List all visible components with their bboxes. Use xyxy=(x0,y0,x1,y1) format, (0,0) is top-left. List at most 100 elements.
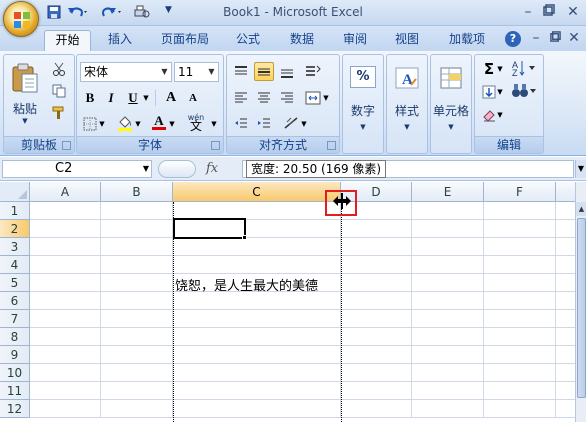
cell-g9[interactable] xyxy=(556,346,576,364)
cell-g5[interactable] xyxy=(556,274,576,292)
cell-e3[interactable] xyxy=(412,238,484,256)
fill-color-dropdown-icon[interactable]: ▼ xyxy=(133,114,143,133)
column-header-c[interactable]: C xyxy=(173,182,341,202)
worksheet-grid[interactable]: A B C D E F 1 2 3 4 5 6 7 8 9 10 11 12 xyxy=(0,182,586,422)
ribbon-minimize-icon[interactable]: – xyxy=(528,30,544,46)
cell-f9[interactable] xyxy=(484,346,556,364)
cell-a3[interactable] xyxy=(30,238,101,256)
align-left-button[interactable] xyxy=(231,88,251,107)
font-name-combo[interactable]: 宋体 ▼ xyxy=(80,62,172,82)
sort-filter-button[interactable]: AZ xyxy=(509,58,539,77)
cell-f5[interactable] xyxy=(484,274,556,292)
phonetic-button[interactable]: wén 文 xyxy=(183,110,209,133)
help-icon[interactable]: ? xyxy=(505,31,521,47)
font-size-combo[interactable]: 11 ▼ xyxy=(174,62,219,82)
alignment-launcher-icon[interactable] xyxy=(327,141,336,150)
cell-f8[interactable] xyxy=(484,328,556,346)
tab-addins[interactable]: 加载项 xyxy=(442,30,492,51)
row-header-3[interactable]: 3 xyxy=(0,238,30,256)
cell-e10[interactable] xyxy=(412,364,484,382)
tab-view[interactable]: 视图 xyxy=(385,30,429,51)
cell-c3[interactable] xyxy=(173,238,341,256)
row-header-12[interactable]: 12 xyxy=(0,400,30,418)
cell-b7[interactable] xyxy=(101,310,173,328)
align-center-button[interactable] xyxy=(254,88,274,107)
fill-dropdown-icon[interactable]: ▼ xyxy=(495,82,505,101)
tab-review[interactable]: 审阅 xyxy=(333,30,377,51)
cells-button[interactable]: 单元格 ▼ xyxy=(433,59,469,137)
align-bottom-button[interactable] xyxy=(277,62,297,81)
clear-dropdown-icon[interactable]: ▼ xyxy=(495,105,505,124)
cell-d4[interactable] xyxy=(341,256,412,274)
cell-d12[interactable] xyxy=(341,400,412,418)
row-header-5[interactable]: 5 xyxy=(0,274,30,292)
cell-d2[interactable] xyxy=(341,220,412,238)
cell-f7[interactable] xyxy=(484,310,556,328)
cell-f6[interactable] xyxy=(484,292,556,310)
cell-c6[interactable] xyxy=(173,292,341,310)
column-header-a[interactable]: A xyxy=(30,182,101,202)
cell-c8[interactable] xyxy=(173,328,341,346)
row-header-2[interactable]: 2 xyxy=(0,220,30,238)
name-box[interactable]: C2 ▼ xyxy=(2,160,152,178)
row-header-1[interactable]: 1 xyxy=(0,202,30,220)
shrink-font-button[interactable]: A xyxy=(183,88,203,107)
cell-a2[interactable] xyxy=(30,220,101,238)
formula-expand-icon[interactable]: ▼ xyxy=(575,160,586,178)
cell-g10[interactable] xyxy=(556,364,576,382)
cell-f10[interactable] xyxy=(484,364,556,382)
cell-g12[interactable] xyxy=(556,400,576,418)
cell-e9[interactable] xyxy=(412,346,484,364)
cell-a11[interactable] xyxy=(30,382,101,400)
workbook-close-icon[interactable]: ✕ xyxy=(566,30,582,46)
cut-icon[interactable] xyxy=(49,59,69,78)
decrease-indent-button[interactable] xyxy=(231,114,251,133)
select-all-corner[interactable] xyxy=(0,182,30,202)
row-header-8[interactable]: 8 xyxy=(0,328,30,346)
cell-g3[interactable] xyxy=(556,238,576,256)
column-header-f[interactable]: F xyxy=(484,182,556,202)
copy-icon[interactable] xyxy=(49,81,69,100)
tab-insert[interactable]: 插入 xyxy=(98,30,142,51)
column-header-b[interactable]: B xyxy=(101,182,173,202)
cell-d7[interactable] xyxy=(341,310,412,328)
cell-d3[interactable] xyxy=(341,238,412,256)
wrap-text-button[interactable] xyxy=(281,113,301,132)
fill-handle[interactable] xyxy=(242,235,247,240)
merge-dropdown-icon[interactable]: ▼ xyxy=(321,88,331,107)
cell-b11[interactable] xyxy=(101,382,173,400)
align-top-button[interactable] xyxy=(231,62,251,81)
cell-f1[interactable] xyxy=(484,202,556,220)
office-button[interactable] xyxy=(3,1,39,37)
tab-formulas[interactable]: 公式 xyxy=(226,30,270,51)
cell-f3[interactable] xyxy=(484,238,556,256)
font-color-button[interactable]: A xyxy=(149,113,169,132)
cell-c4[interactable] xyxy=(173,256,341,274)
cell-a1[interactable] xyxy=(30,202,101,220)
tab-data[interactable]: 数据 xyxy=(280,30,324,51)
cell-d9[interactable] xyxy=(341,346,412,364)
font-launcher-icon[interactable] xyxy=(211,141,220,150)
cell-f2[interactable] xyxy=(484,220,556,238)
cell-d10[interactable] xyxy=(341,364,412,382)
cell-b12[interactable] xyxy=(101,400,173,418)
cell-a8[interactable] xyxy=(30,328,101,346)
tab-home[interactable]: 开始 xyxy=(44,30,91,51)
row-header-9[interactable]: 9 xyxy=(0,346,30,364)
font-color-dropdown-icon[interactable]: ▼ xyxy=(167,114,177,133)
cell-e11[interactable] xyxy=(412,382,484,400)
find-select-button[interactable] xyxy=(509,81,539,100)
fill-color-button[interactable] xyxy=(115,113,135,132)
cell-b8[interactable] xyxy=(101,328,173,346)
cell-f11[interactable] xyxy=(484,382,556,400)
close-icon[interactable]: ✕ xyxy=(565,4,581,20)
cell-e8[interactable] xyxy=(412,328,484,346)
cell-e6[interactable] xyxy=(412,292,484,310)
cell-g2[interactable] xyxy=(556,220,576,238)
cell-a9[interactable] xyxy=(30,346,101,364)
restore-icon[interactable] xyxy=(541,4,557,20)
cell-f12[interactable] xyxy=(484,400,556,418)
name-box-dropdown-icon[interactable]: ▼ xyxy=(143,161,149,177)
cell-c5[interactable]: 饶恕，是人生最大的美德 xyxy=(175,275,318,294)
cell-a7[interactable] xyxy=(30,310,101,328)
